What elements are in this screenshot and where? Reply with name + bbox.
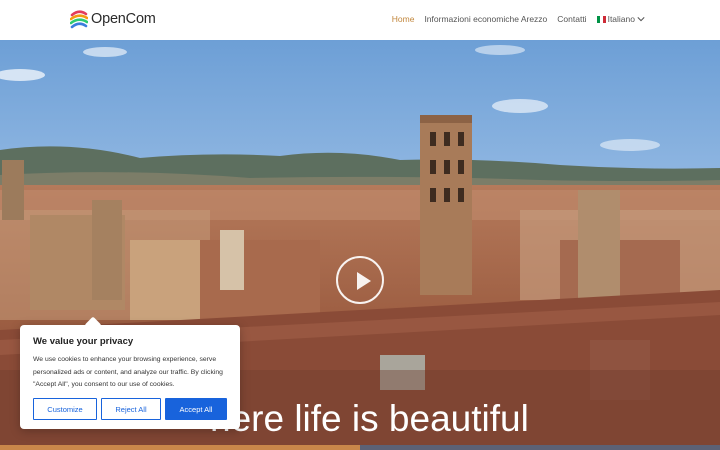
- reject-all-button[interactable]: Reject All: [101, 398, 161, 420]
- customize-button[interactable]: Customize: [33, 398, 97, 420]
- strip-left: [0, 445, 360, 450]
- nav-home[interactable]: Home: [392, 14, 415, 24]
- bottom-color-strip: [0, 445, 720, 450]
- italy-flag-icon: [596, 15, 606, 23]
- strip-right: [360, 445, 720, 450]
- logo-text: OpenCom: [91, 11, 156, 27]
- hero-headline: here life is beautiful: [210, 398, 529, 439]
- cookie-title: We value your privacy: [33, 336, 134, 347]
- main-nav: Home Informazioni economiche Arezzo Cont…: [392, 14, 645, 24]
- language-label: Italiano: [607, 14, 635, 24]
- chevron-down-icon: [637, 17, 645, 22]
- cookie-buttons: Customize Reject All Accept All: [33, 398, 227, 420]
- cookie-description: We use cookies to enhance your browsing …: [33, 356, 223, 388]
- nav-contatti[interactable]: Contatti: [557, 14, 586, 24]
- opencom-logo-icon: [70, 10, 88, 29]
- site-header: OpenCom Home Informazioni economiche Are…: [0, 0, 720, 40]
- language-switcher[interactable]: Italiano: [596, 14, 645, 24]
- cookie-consent-banner: We value your privacy We use cookies to …: [20, 316, 240, 429]
- accept-all-button[interactable]: Accept All: [165, 398, 227, 420]
- nav-informazioni-economiche[interactable]: Informazioni economiche Arezzo: [424, 14, 547, 24]
- logo[interactable]: OpenCom: [70, 9, 156, 29]
- play-video-button[interactable]: [336, 256, 384, 304]
